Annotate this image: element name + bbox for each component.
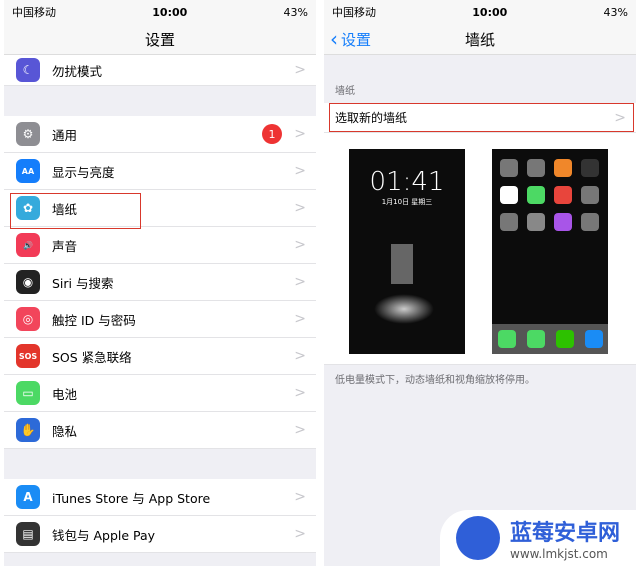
home-screen-preview[interactable] bbox=[492, 149, 608, 354]
fingerprint-icon: ◎ bbox=[16, 307, 40, 331]
hand-icon: ✋ bbox=[16, 418, 40, 442]
item-label: 触控 ID 与密码 bbox=[52, 312, 136, 328]
battery: 43% bbox=[283, 5, 308, 19]
nav-bar: 设置 bbox=[4, 24, 316, 55]
settings-item[interactable]: ✋ 隐私 > bbox=[4, 412, 316, 449]
highlight-box bbox=[329, 103, 634, 132]
battery-icon: ▭ bbox=[16, 381, 40, 405]
chevron-right-icon: > bbox=[294, 348, 306, 364]
chevron-right-icon: > bbox=[294, 200, 306, 216]
app-icon bbox=[554, 213, 572, 231]
settings-item[interactable]: ▤ 钱包与 Apple Pay > bbox=[4, 516, 316, 553]
clock: 10:00 bbox=[152, 5, 188, 19]
settings-item-dnd[interactable]: ☾ 勿扰模式 > bbox=[4, 55, 316, 86]
chevron-right-icon: > bbox=[294, 489, 306, 505]
section-header: 墙纸 bbox=[335, 86, 355, 97]
app-icon bbox=[554, 159, 572, 177]
highlight-box bbox=[10, 193, 141, 229]
item-label: SOS 紧急联络 bbox=[52, 349, 132, 365]
chevron-right-icon: > bbox=[294, 385, 306, 401]
watermark-url: www.lmkjst.com bbox=[510, 547, 608, 561]
back-button[interactable]: ‹ 设置 bbox=[330, 27, 371, 51]
item-label: 显示与亮度 bbox=[52, 164, 115, 180]
app-icon bbox=[527, 213, 545, 231]
page-title: 墙纸 bbox=[464, 30, 495, 49]
speaker-icon: 🔊 bbox=[16, 233, 40, 257]
settings-item[interactable]: ◉ Siri 与搜索 > bbox=[4, 264, 316, 301]
app-icon bbox=[500, 159, 518, 177]
watermark-name: 蓝莓安卓网 bbox=[510, 521, 621, 546]
status-bar: 中国移动 10:00 43% bbox=[324, 0, 636, 24]
item-label: 声音 bbox=[52, 238, 78, 254]
item-label: 电池 bbox=[52, 386, 78, 402]
pixelated-area bbox=[391, 244, 413, 284]
item-label: 通用 bbox=[52, 127, 78, 143]
dock bbox=[492, 324, 608, 354]
carrier: 中国移动 bbox=[332, 6, 376, 19]
app-icon bbox=[527, 159, 545, 177]
app-store-icon: A bbox=[16, 485, 40, 509]
status-bar: 中国移动 10:00 43% bbox=[4, 0, 316, 24]
app-icon bbox=[581, 213, 599, 231]
app-icon bbox=[581, 186, 599, 204]
battery: 43% bbox=[603, 5, 628, 19]
nav-bar: ‹ 设置 墙纸 bbox=[324, 24, 636, 55]
chevron-right-icon: > bbox=[294, 274, 306, 290]
carrier: 中国移动 bbox=[12, 6, 56, 19]
settings-item[interactable]: SOS SOS 紧急联络 > bbox=[4, 338, 316, 375]
chevron-right-icon: > bbox=[294, 237, 306, 253]
back-label: 设置 bbox=[341, 30, 372, 49]
settings-item[interactable]: AA 显示与亮度 > bbox=[4, 153, 316, 190]
settings-item[interactable]: ⚙ 通用 1 > bbox=[4, 116, 316, 153]
item-label: 隐私 bbox=[52, 423, 78, 439]
app-icon bbox=[527, 186, 545, 204]
chevron-right-icon: > bbox=[294, 62, 306, 78]
settings-item[interactable]: ▭ 电池 > bbox=[4, 375, 316, 412]
settings-item[interactable]: 🔊 声音 > bbox=[4, 227, 316, 264]
lock-time: 01:41 bbox=[369, 167, 445, 197]
settings-panel: 中国移动 10:00 43% 设置 ☾ 勿扰模式 > ⚙ 通用 1 > AA 显示与亮度 > ✿ 墙纸 >… bbox=[4, 0, 316, 566]
wallpaper-previews: 01:41 1月10日 星期三 bbox=[324, 132, 636, 365]
cat-image bbox=[374, 294, 434, 324]
item-label: 勿扰模式 bbox=[52, 63, 103, 79]
app-icon bbox=[581, 159, 599, 177]
chevron-right-icon: > bbox=[294, 126, 306, 142]
notification-badge: 1 bbox=[262, 124, 282, 144]
wallpaper-panel: 中国移动 10:00 43% ‹ 设置 墙纸 墙纸 选取新的墙纸 > 01:41 1月10… bbox=[324, 0, 636, 566]
android-logo-icon bbox=[456, 516, 500, 560]
settings-item[interactable]: AiTunes Store 与 App Store > bbox=[4, 479, 316, 516]
settings-item[interactable]: ◎ 触控 ID 与密码 > bbox=[4, 301, 316, 338]
item-label: iTunes Store 与 App Store bbox=[52, 490, 211, 506]
siri-icon: ◉ bbox=[16, 270, 40, 294]
moon-icon: ☾ bbox=[16, 58, 40, 82]
chevron-right-icon: > bbox=[294, 526, 306, 542]
page-title: 设置 bbox=[144, 30, 175, 49]
wallet-icon: ▤ bbox=[16, 522, 40, 546]
gear-icon: ⚙ bbox=[16, 122, 40, 146]
footnote: 低电量模式下，动态墙纸和视角缩放将停用。 bbox=[335, 375, 535, 386]
item-label: Siri 与搜索 bbox=[52, 275, 114, 291]
app-icon bbox=[500, 186, 518, 204]
lock-screen-preview[interactable]: 01:41 1月10日 星期三 bbox=[349, 149, 465, 354]
lock-date: 1月10日 星期三 bbox=[381, 198, 433, 206]
app-icon bbox=[500, 213, 518, 231]
watermark: 蓝莓安卓网 www.lmkjst.com bbox=[440, 510, 640, 566]
sos-icon: SOS bbox=[16, 344, 40, 368]
chevron-right-icon: > bbox=[294, 422, 306, 438]
text-size-icon: AA bbox=[16, 159, 40, 183]
clock: 10:00 bbox=[472, 5, 508, 19]
choose-new-wallpaper[interactable]: 选取新的墙纸 > bbox=[324, 103, 636, 132]
chevron-left-icon: ‹ bbox=[330, 27, 338, 51]
app-icon bbox=[554, 186, 572, 204]
chevron-right-icon: > bbox=[294, 163, 306, 179]
item-label: 钱包与 Apple Pay bbox=[52, 527, 156, 543]
chevron-right-icon: > bbox=[294, 311, 306, 327]
